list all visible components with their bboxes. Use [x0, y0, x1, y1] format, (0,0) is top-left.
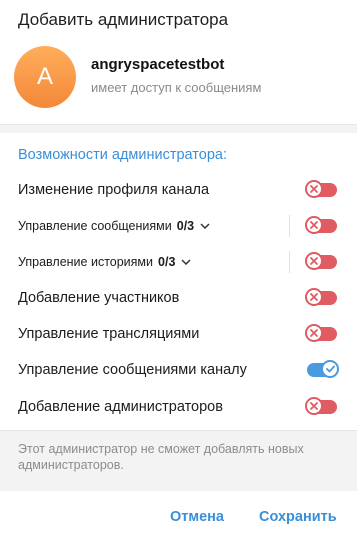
info-note-box: Этот администратор не сможет добавлять н…	[0, 430, 357, 491]
permission-toggle[interactable]	[305, 216, 337, 234]
permission-row-change-profile[interactable]: Изменение профиля канала	[0, 173, 357, 207]
user-info: A angryspacetestbot имеет доступ к сообщ…	[14, 44, 344, 108]
section-title: Возможности администратора:	[18, 147, 227, 163]
avatar: A	[14, 46, 76, 108]
permission-label-text: Управление сообщениями	[18, 219, 172, 233]
toggle-on-check-icon	[321, 360, 339, 378]
permission-toggle[interactable]	[307, 360, 339, 378]
permission-toggle[interactable]	[305, 252, 337, 270]
toggle-off-icon	[305, 288, 323, 306]
dialog-title: Добавить администратора	[18, 10, 229, 29]
permission-label: Добавление участников	[18, 290, 180, 306]
chevron-down-icon[interactable]	[200, 220, 210, 232]
add-admin-dialog: Добавить администратора A angryspacetest…	[0, 0, 357, 541]
toggle-off-icon	[305, 252, 323, 270]
permission-row-manage-channel-messages[interactable]: Управление сообщениями каналу	[0, 353, 357, 387]
permission-row-manage-streams[interactable]: Управление трансляциями	[0, 317, 357, 351]
divider	[289, 251, 290, 273]
toggle-off-icon	[305, 324, 323, 342]
permission-toggle[interactable]	[305, 288, 337, 306]
cancel-button[interactable]: Отмена	[170, 509, 224, 525]
permission-label: Управление сообщениями каналу	[18, 362, 247, 378]
permission-toggle[interactable]	[305, 324, 337, 342]
permission-toggle[interactable]	[305, 180, 337, 198]
permission-count: 0/3	[158, 255, 176, 269]
permission-label-text: Управление историями	[18, 255, 154, 269]
divider	[289, 215, 290, 237]
permission-label[interactable]: Управление сообщениями 0/3	[18, 219, 210, 233]
permission-row-manage-stories[interactable]: Управление историями 0/3	[0, 245, 357, 279]
toggle-off-icon	[305, 397, 323, 415]
permission-toggle[interactable]	[305, 397, 337, 415]
permission-row-add-admins[interactable]: Добавление администраторов	[0, 390, 357, 424]
section-divider	[0, 124, 357, 133]
user-status: имеет доступ к сообщениям	[91, 80, 262, 95]
permission-row-add-members[interactable]: Добавление участников	[0, 281, 357, 315]
permission-label[interactable]: Управление историями 0/3	[18, 255, 191, 269]
permission-row-manage-messages[interactable]: Управление сообщениями 0/3	[0, 209, 357, 243]
permission-count: 0/3	[176, 219, 195, 233]
toggle-off-icon	[305, 180, 323, 198]
user-name: angryspacetestbot	[91, 56, 225, 73]
permission-label: Добавление администраторов	[18, 399, 223, 415]
toggle-off-icon	[305, 216, 323, 234]
permission-label: Изменение профиля канала	[18, 182, 210, 198]
chevron-down-icon[interactable]	[181, 256, 191, 268]
permission-label: Управление трансляциями	[18, 326, 200, 342]
info-note: Этот администратор не сможет добавлять н…	[18, 442, 304, 472]
save-button[interactable]: Сохранить	[259, 509, 337, 525]
